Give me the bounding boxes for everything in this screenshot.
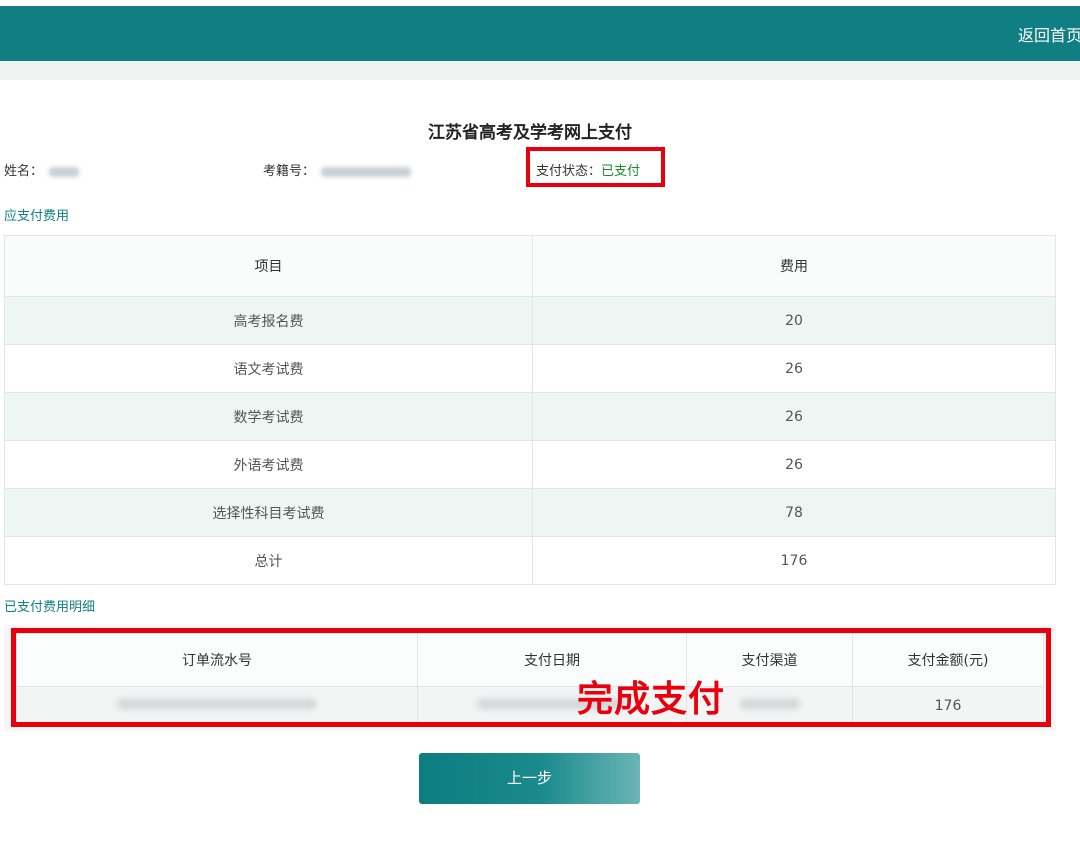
fee-amount: 20 <box>532 296 1056 345</box>
payment-status: 支付状态：已支付 <box>536 160 640 179</box>
table-row: 外语考试费 26 <box>4 440 1056 489</box>
fees-section-title: 应支付费用 <box>4 209 70 224</box>
exam-no-value-redacted <box>321 166 412 177</box>
table-row: 高考报名费 20 <box>4 296 1056 345</box>
status-label: 支付状态： <box>536 164 602 179</box>
fee-item: 外语考试费 <box>4 440 533 489</box>
name-label: 姓名： <box>4 164 44 179</box>
table-row: 数学考试费 26 <box>4 392 1056 441</box>
table-row-total: 总计 176 <box>4 536 1056 585</box>
fees-header-amount: 费用 <box>532 235 1056 297</box>
fee-amount: 78 <box>532 488 1056 537</box>
table-row: 选择性科目考试费 78 <box>4 488 1056 537</box>
fee-total-amount: 176 <box>532 536 1056 585</box>
exam-no-field: 考籍号： <box>263 160 412 179</box>
name-value-redacted <box>49 166 80 177</box>
fee-amount: 26 <box>532 344 1056 393</box>
fee-item: 数学考试费 <box>4 392 533 441</box>
fee-item: 语文考试费 <box>4 344 533 393</box>
fee-amount: 26 <box>532 440 1056 489</box>
top-header: 返回首页 <box>0 6 1080 61</box>
fees-table: 项目 费用 高考报名费 20 语文考试费 26 数学考试费 26 外语考试费 2… <box>4 235 1056 585</box>
fee-total-label: 总计 <box>4 536 533 585</box>
header-shadow-strip <box>0 61 1080 80</box>
payment-complete-annotation: 完成支付 <box>577 679 726 720</box>
payments-highlight-box <box>11 628 1051 727</box>
fee-item: 高考报名费 <box>4 296 533 345</box>
table-row: 语文考试费 26 <box>4 344 1056 393</box>
status-badge: 已支付 <box>601 164 641 179</box>
previous-step-button[interactable]: 上一步 <box>419 753 640 804</box>
payments-section-title: 已支付费用明细 <box>4 600 96 615</box>
name-field: 姓名： <box>4 160 80 179</box>
page-title: 江苏省高考及学考网上支付 <box>428 123 632 143</box>
exam-no-label: 考籍号： <box>263 164 316 179</box>
fees-header-item: 项目 <box>4 235 533 297</box>
fee-item: 选择性科目考试费 <box>4 488 533 537</box>
home-link[interactable]: 返回首页 <box>1018 22 1080 46</box>
fee-amount: 26 <box>532 392 1056 441</box>
